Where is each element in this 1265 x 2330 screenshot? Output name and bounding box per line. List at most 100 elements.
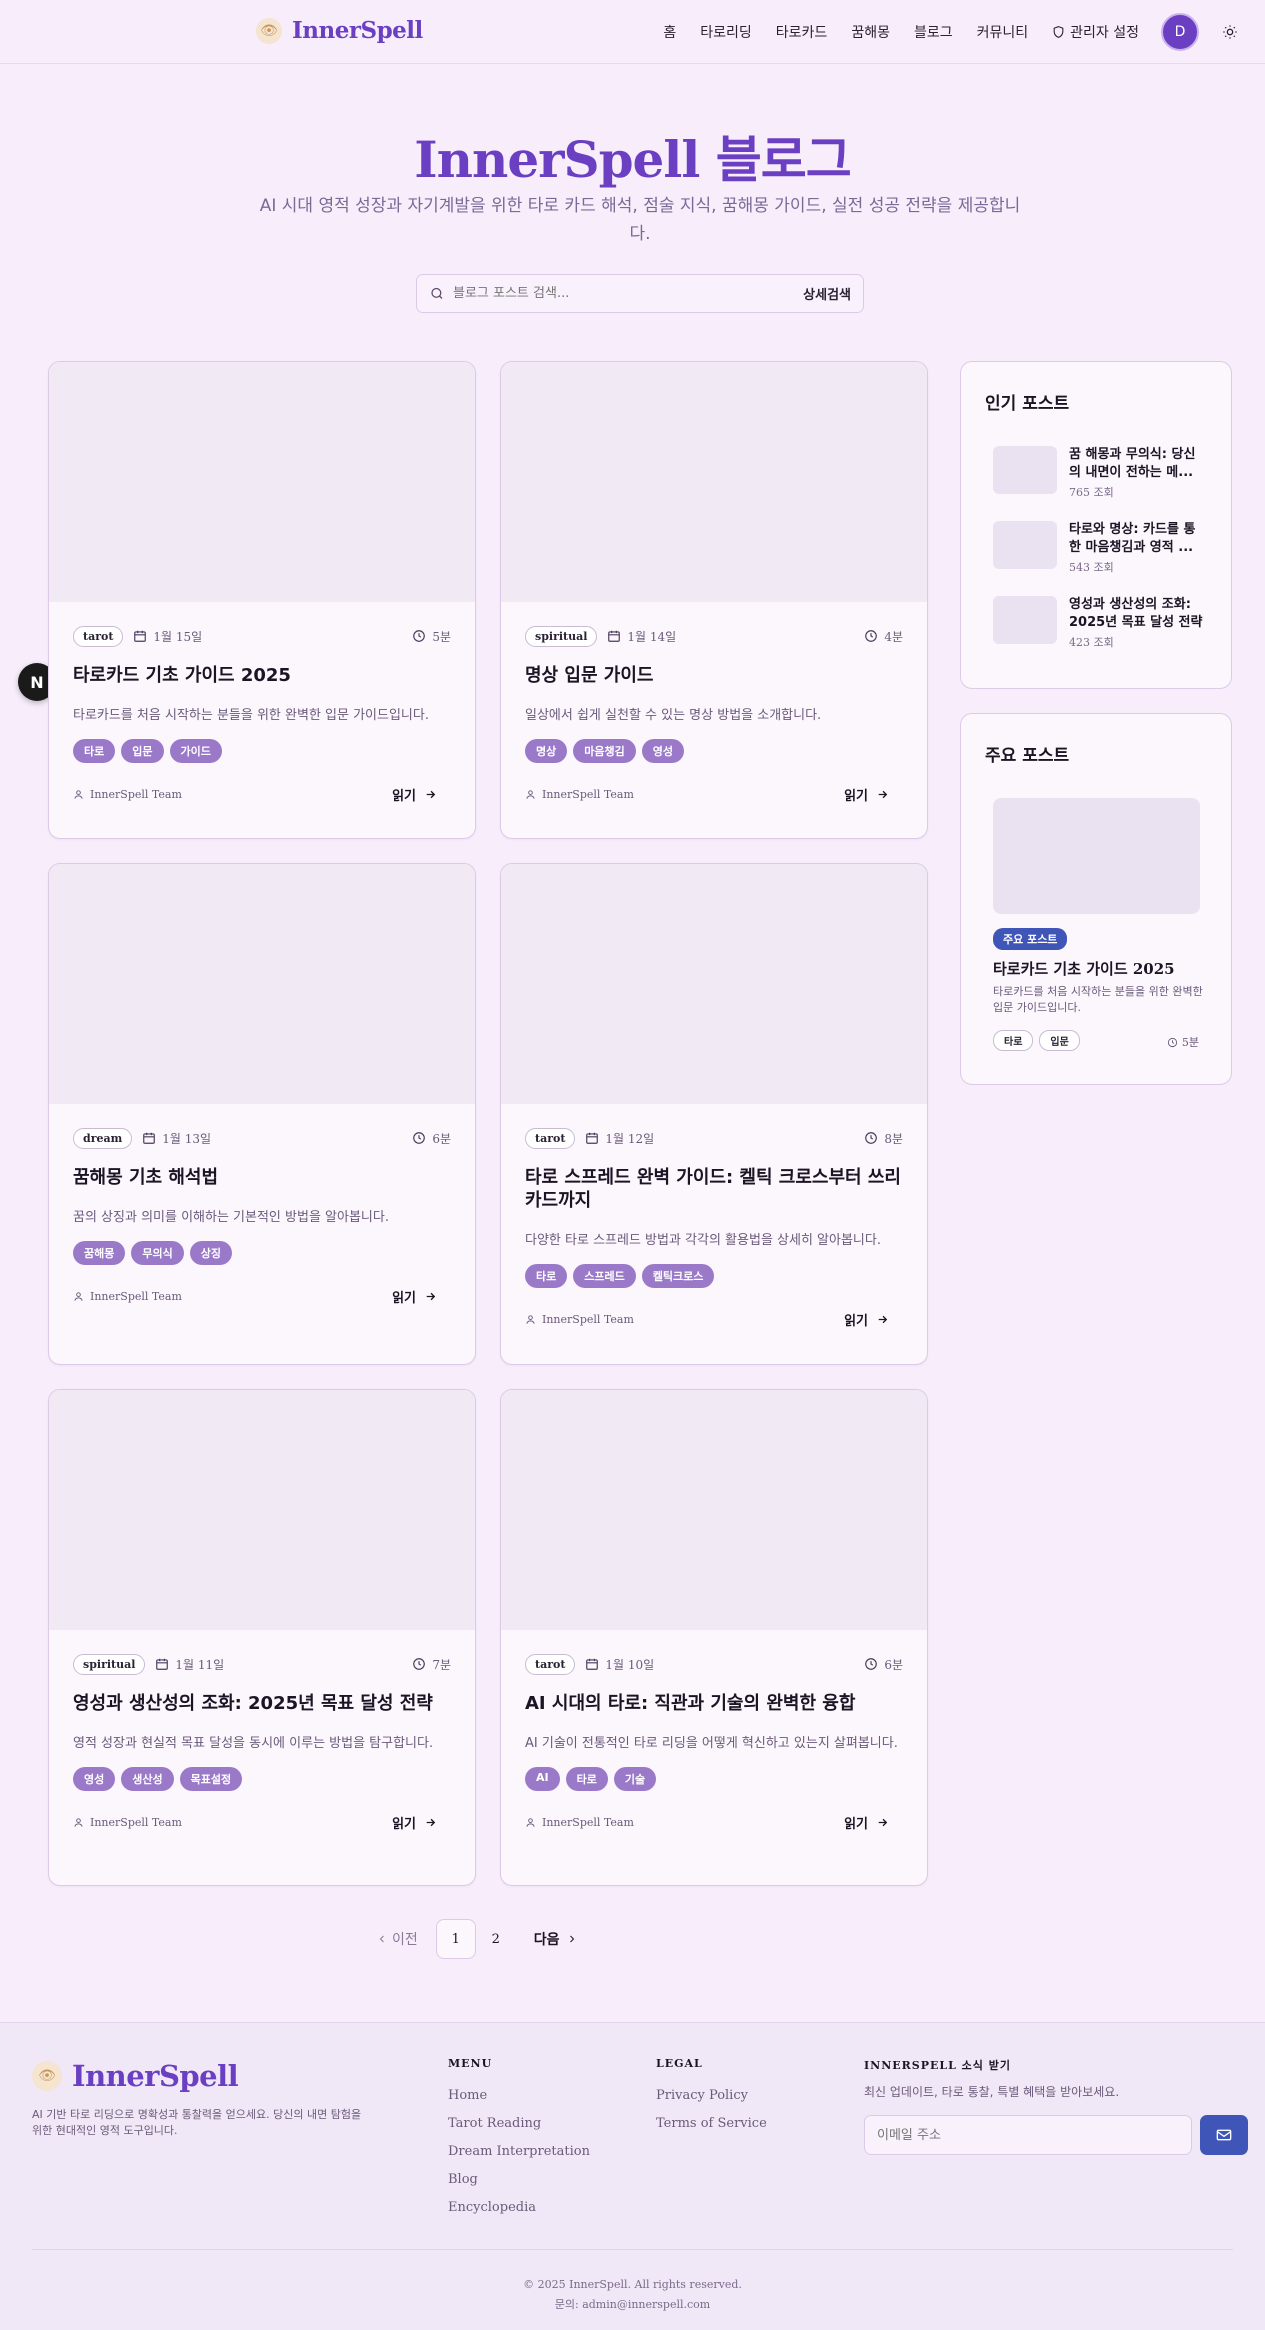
post-category-badge[interactable]: tarot <box>525 1127 576 1149</box>
post-tag[interactable]: 입문 <box>121 739 164 763</box>
featured-post-title[interactable]: 타로카드 기초 가이드 2025 <box>993 958 1175 979</box>
main-nav: 홈 타로리딩 타로카드 꿈해몽 블로그 커뮤니티 관리자 설정 D <box>639 0 1265 64</box>
post-tag[interactable]: 영성 <box>641 739 684 763</box>
nav-community[interactable]: 커뮤니티 <box>977 22 1029 42</box>
popular-post-item[interactable]: 타로와 명상: 카드를 통한 마음챙김과 영적 ... 543 조회 <box>993 521 1203 575</box>
post-excerpt: 꿈의 상징과 의미를 이해하는 기본적인 방법을 알아봅니다. <box>73 1210 389 1225</box>
post-tag[interactable]: 가이드 <box>169 739 222 763</box>
blog-post-card[interactable]: tarot 1월 10일 6분 AI 시대의 타로: 직관과 기술의 완벽한 융… <box>500 1389 928 1886</box>
site-header: 👁 InnerSpell 홈 타로리딩 타로카드 꿈해몽 블로그 커뮤니티 관리… <box>0 0 1265 64</box>
post-tag[interactable]: 꿈해몽 <box>73 1241 126 1265</box>
newsletter-submit-button[interactable] <box>1200 2115 1248 2155</box>
blog-post-card[interactable]: spiritual 1월 11일 7분 영성과 생산성의 조화: 2025년 목… <box>48 1389 476 1886</box>
theme-toggle-button[interactable] <box>1219 21 1241 43</box>
post-tag[interactable]: 목표설정 <box>179 1767 243 1791</box>
site-logo[interactable]: 👁 InnerSpell <box>256 17 423 44</box>
contact-email[interactable]: 문의: admin@innerspell.com <box>0 2295 1265 2315</box>
read-more-button[interactable]: 읽기 <box>392 1287 437 1306</box>
post-meta: spiritual 1월 11일 7분 <box>73 1652 451 1676</box>
user-icon <box>74 789 83 799</box>
clock-icon <box>865 1658 878 1670</box>
blog-post-card[interactable]: dream 1월 13일 6분 꿈해몽 기초 해석법 꿈의 상징과 의미를 이해… <box>48 863 476 1365</box>
post-image[interactable] <box>501 864 927 1104</box>
post-date-value: 1월 11일 <box>175 1657 225 1672</box>
search-input[interactable] <box>453 286 804 301</box>
blog-post-card[interactable]: spiritual 1월 14일 4분 명상 입문 가이드 일상에서 쉽게 실천… <box>500 361 928 839</box>
post-tag[interactable]: 기술 <box>613 1767 657 1791</box>
post-footer: InnerSpell Team 읽기 <box>73 783 451 805</box>
footer-link-privacy[interactable]: Privacy Policy <box>656 2082 767 2110</box>
post-tag[interactable]: 타로 <box>525 1264 568 1288</box>
read-more-button[interactable]: 읽기 <box>844 785 889 804</box>
post-title[interactable]: 타로 스프레드 완벽 가이드: 켈틱 크로스부터 쓰리 카드까지 <box>525 1166 903 1212</box>
prev-page-button[interactable]: 이전 <box>376 1929 418 1949</box>
footer-link-home[interactable]: Home <box>448 2082 590 2110</box>
blog-post-card[interactable]: tarot 1월 12일 8분 타로 스프레드 완벽 가이드: 켈틱 크로스부터… <box>500 863 928 1365</box>
post-category-badge[interactable]: spiritual <box>525 625 598 647</box>
footer-link-dream[interactable]: Dream Interpretation <box>448 2138 590 2166</box>
footer-link-tarot-reading[interactable]: Tarot Reading <box>448 2110 590 2138</box>
post-tag[interactable]: 명상 <box>525 739 568 763</box>
page-2-button[interactable]: 2 <box>476 1919 516 1959</box>
next-page-button[interactable]: 다음 <box>534 1929 578 1949</box>
read-more-button[interactable]: 읽기 <box>844 1813 889 1832</box>
popular-post-views: 423 조회 <box>1069 636 1114 649</box>
post-title[interactable]: 영성과 생산성의 조화: 2025년 목표 달성 전략 <box>73 1692 451 1715</box>
pagination: 이전 1 2 다음 <box>376 1919 578 1959</box>
post-tag[interactable]: 생산성 <box>121 1767 174 1791</box>
featured-post-image[interactable] <box>993 798 1200 914</box>
post-image[interactable] <box>49 1390 475 1630</box>
post-tag[interactable]: 영성 <box>73 1767 116 1791</box>
popular-post-item[interactable]: 꿈 해몽과 무의식: 당신의 내면이 전하는 메... 765 조회 <box>993 446 1203 500</box>
post-title[interactable]: AI 시대의 타로: 직관과 기술의 완벽한 융합 <box>525 1692 903 1715</box>
popular-post-item[interactable]: 영성과 생산성의 조화: 2025년 목표 달성 전략 423 조회 <box>993 596 1203 650</box>
post-tag[interactable]: 타로 <box>565 1767 608 1791</box>
nav-tarot-reading[interactable]: 타로리딩 <box>700 22 752 42</box>
post-title[interactable]: 명상 입문 가이드 <box>525 664 903 687</box>
footer-logo[interactable]: 👁 InnerSpell <box>32 2059 239 2093</box>
calendar-icon <box>586 1132 599 1144</box>
footer-link-terms[interactable]: Terms of Service <box>656 2110 767 2138</box>
post-tag[interactable]: 마음챙김 <box>573 739 636 763</box>
post-image[interactable] <box>49 864 475 1104</box>
post-category-badge[interactable]: dream <box>73 1127 133 1149</box>
post-category-badge[interactable]: spiritual <box>73 1653 146 1675</box>
post-tag[interactable]: 스프레드 <box>573 1264 636 1288</box>
post-image[interactable] <box>501 362 927 602</box>
blog-post-card[interactable]: tarot 1월 15일 5분 타로카드 기초 가이드 2025 타로카드를 처… <box>48 361 476 839</box>
nav-tarot-cards[interactable]: 타로카드 <box>776 22 828 42</box>
post-category-badge[interactable]: tarot <box>525 1653 576 1675</box>
nav-dream[interactable]: 꿈해몽 <box>851 22 890 42</box>
footer-copyright: © 2025 InnerSpell. All rights reserved. … <box>0 2275 1265 2315</box>
post-tag[interactable]: 켈틱크로스 <box>641 1264 715 1288</box>
footer-link-blog[interactable]: Blog <box>448 2166 590 2194</box>
post-image[interactable] <box>501 1390 927 1630</box>
post-author-name: InnerSpell Team <box>542 1312 634 1326</box>
arrow-right-icon <box>426 790 436 798</box>
footer-link-encyclopedia[interactable]: Encyclopedia <box>448 2194 590 2222</box>
post-title[interactable]: 꿈해몽 기초 해석법 <box>73 1166 451 1189</box>
post-image[interactable] <box>49 362 475 602</box>
post-meta: dream 1월 13일 6분 <box>73 1126 451 1150</box>
post-category-badge[interactable]: tarot <box>73 625 124 647</box>
clock-icon <box>1167 1037 1177 1047</box>
read-more-label: 읽기 <box>844 788 868 804</box>
read-more-button[interactable]: 읽기 <box>392 1813 437 1832</box>
post-footer: InnerSpell Team 읽기 <box>525 783 903 805</box>
popular-posts-panel: 인기 포스트 꿈 해몽과 무의식: 당신의 내면이 전하는 메... 765 조… <box>960 361 1232 689</box>
read-more-button[interactable]: 읽기 <box>392 785 437 804</box>
post-tag[interactable]: 상징 <box>189 1241 232 1265</box>
newsletter-email-input[interactable] <box>864 2115 1192 2155</box>
post-title[interactable]: 타로카드 기초 가이드 2025 <box>73 664 451 687</box>
nav-home[interactable]: 홈 <box>663 22 676 42</box>
post-tag[interactable]: 무의식 <box>131 1241 184 1265</box>
nav-admin-settings[interactable]: 관리자 설정 <box>1052 22 1139 42</box>
advanced-search-button[interactable]: 상세검색 <box>803 284 851 303</box>
page-1-button[interactable]: 1 <box>435 1919 476 1959</box>
post-tag[interactable]: AI <box>525 1767 560 1791</box>
read-more-button[interactable]: 읽기 <box>844 1310 889 1329</box>
nav-blog[interactable]: 블로그 <box>914 22 953 42</box>
post-tag[interactable]: 타로 <box>73 739 116 763</box>
user-avatar[interactable]: D <box>1161 13 1199 51</box>
popular-post-views: 765 조회 <box>1069 486 1114 499</box>
